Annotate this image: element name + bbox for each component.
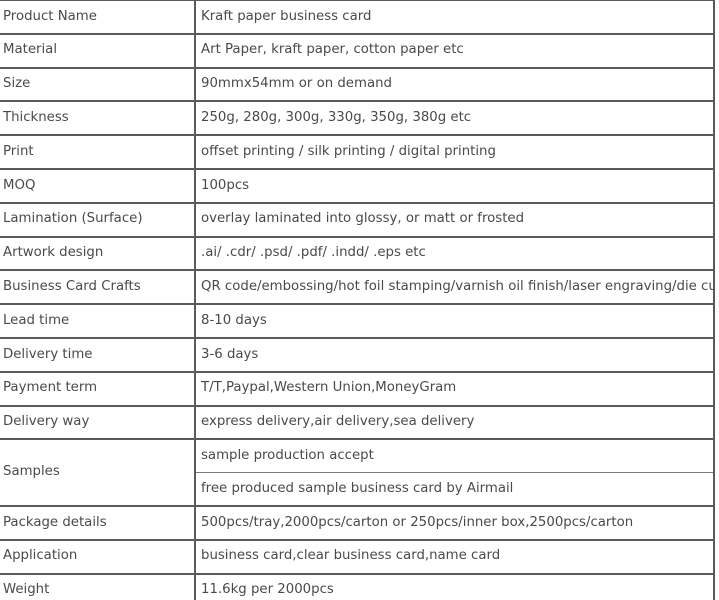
spec-label-delivery-time: Delivery time bbox=[0, 336, 196, 373]
spec-label-product-name: Product Name bbox=[0, 0, 196, 35]
spec-value-product-name: Kraft paper business card bbox=[195, 0, 715, 35]
spec-value-samples-1: sample production accept bbox=[195, 438, 715, 474]
spec-value-weight: 11.6kg per 2000pcs bbox=[195, 572, 715, 600]
spec-label-package-details: Package details bbox=[0, 504, 196, 541]
spec-value-print: offset printing / silk printing / digita… bbox=[195, 134, 715, 170]
table-row: Delivery time 3-6 days bbox=[0, 336, 715, 373]
spec-value-size: 90mmx54mm or on demand bbox=[195, 66, 715, 103]
spec-label-artwork-design: Artwork design bbox=[0, 235, 196, 272]
spec-label-payment-term: Payment term bbox=[0, 370, 196, 407]
table-row: Samples sample production accept bbox=[0, 438, 715, 507]
spec-value-thickness: 250g, 280g, 300g, 330g, 350g, 380g etc bbox=[195, 100, 715, 137]
table-row: Package details 500pcs/tray,2000pcs/cart… bbox=[0, 504, 715, 541]
table-row: Product Name Kraft paper business card bbox=[0, 0, 715, 35]
table-row: Delivery way express delivery,air delive… bbox=[0, 404, 715, 441]
table-row: Lead time 8-10 days bbox=[0, 303, 715, 339]
product-specification-table: Product Name Kraft paper business card M… bbox=[0, 0, 715, 600]
table-row: MOQ 100pcs bbox=[0, 167, 715, 204]
spec-label-moq: MOQ bbox=[0, 167, 196, 204]
table-row: Weight 11.6kg per 2000pcs bbox=[0, 572, 715, 600]
spec-value-payment-term: T/T,Paypal,Western Union,MoneyGram bbox=[195, 370, 715, 407]
spec-label-samples: Samples bbox=[0, 438, 196, 507]
spec-value-lead-time: 8-10 days bbox=[195, 303, 715, 339]
spec-value-material: Art Paper, kraft paper, cotton paper etc bbox=[195, 32, 715, 69]
table-row: Lamination (Surface) overlay laminated i… bbox=[0, 201, 715, 238]
table-row: Artwork design .ai/ .cdr/ .psd/ .pdf/ .i… bbox=[0, 235, 715, 272]
spec-value-delivery-way: express delivery,air delivery,sea delive… bbox=[195, 404, 715, 441]
spec-value-lamination: overlay laminated into glossy, or matt o… bbox=[195, 201, 715, 238]
table-row: Application business card,clear business… bbox=[0, 538, 715, 575]
spec-label-business-card-crafts: Business Card Crafts bbox=[0, 269, 196, 306]
spec-label-lead-time: Lead time bbox=[0, 303, 196, 339]
spec-value-business-card-crafts: QR code/embossing/hot foil stamping/varn… bbox=[195, 269, 715, 306]
spec-label-delivery-way: Delivery way bbox=[0, 404, 196, 441]
table-row: Payment term T/T,Paypal,Western Union,Mo… bbox=[0, 370, 715, 407]
table-row: Thickness 250g, 280g, 300g, 330g, 350g, … bbox=[0, 100, 715, 137]
table-row: Print offset printing / silk printing / … bbox=[0, 134, 715, 170]
product-specification-panel: Product Name Kraft paper business card M… bbox=[0, 0, 719, 600]
spec-value-delivery-time: 3-6 days bbox=[195, 336, 715, 373]
spec-label-material: Material bbox=[0, 32, 196, 69]
spec-table-body: Product Name Kraft paper business card M… bbox=[0, 0, 715, 600]
table-row: Size 90mmx54mm or on demand bbox=[0, 66, 715, 103]
spec-label-print: Print bbox=[0, 134, 196, 170]
spec-label-lamination: Lamination (Surface) bbox=[0, 201, 196, 238]
spec-value-application: business card,clear business card,name c… bbox=[195, 538, 715, 575]
table-row: Material Art Paper, kraft paper, cotton … bbox=[0, 32, 715, 69]
spec-label-weight: Weight bbox=[0, 572, 196, 600]
table-row: Business Card Crafts QR code/embossing/h… bbox=[0, 269, 715, 306]
spec-value-moq: 100pcs bbox=[195, 167, 715, 204]
spec-label-application: Application bbox=[0, 538, 196, 575]
spec-value-package-details: 500pcs/tray,2000pcs/carton or 250pcs/inn… bbox=[195, 504, 715, 541]
spec-value-samples-2: free produced sample business card by Ai… bbox=[195, 472, 715, 507]
spec-label-size: Size bbox=[0, 66, 196, 103]
spec-label-thickness: Thickness bbox=[0, 100, 196, 137]
spec-value-artwork-design: .ai/ .cdr/ .psd/ .pdf/ .indd/ .eps etc bbox=[195, 235, 715, 272]
